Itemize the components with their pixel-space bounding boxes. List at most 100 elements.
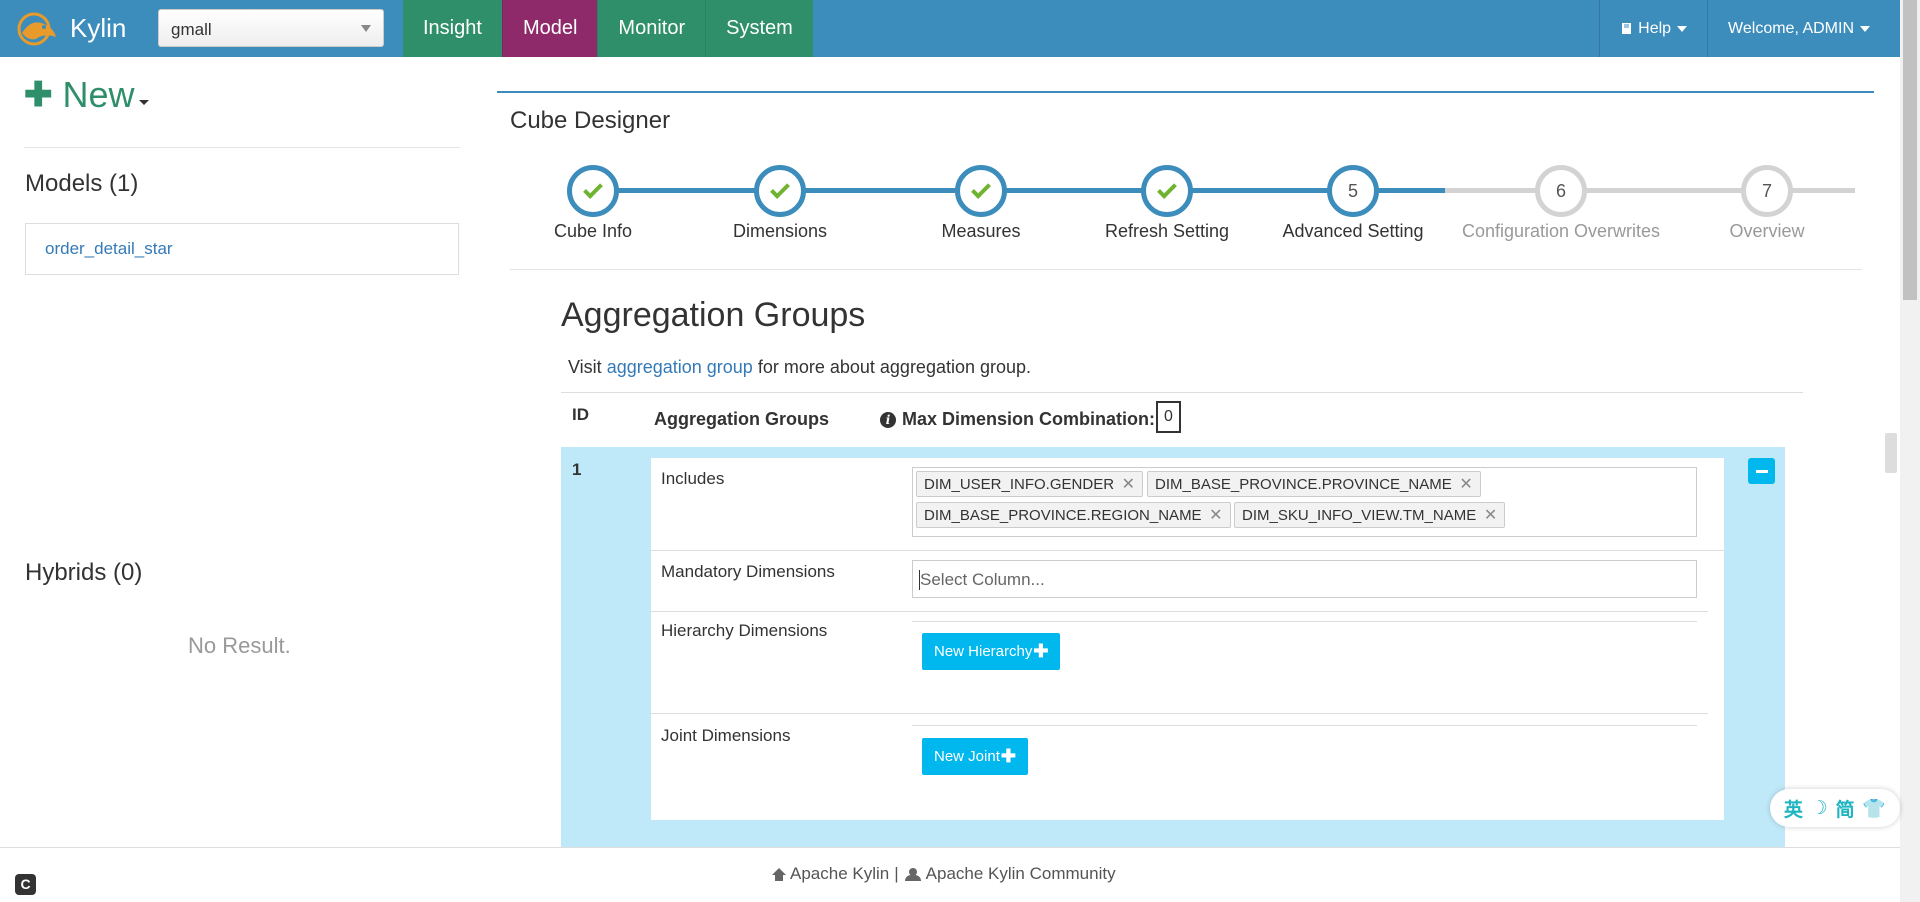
minus-icon xyxy=(1755,469,1768,473)
app-name: Kylin xyxy=(70,13,127,43)
section-title: Aggregation Groups xyxy=(561,296,866,334)
ime-toolbar[interactable]: 英 ☽ 简 👕 xyxy=(1770,789,1900,827)
tag-label: DIM_BASE_PROVINCE.PROVINCE_NAME xyxy=(1155,476,1452,493)
step-3-circle[interactable] xyxy=(955,165,1007,217)
tag-label: DIM_USER_INFO.GENDER xyxy=(924,476,1115,493)
help-text-suffix: for more about aggregation group. xyxy=(757,357,1032,377)
table-row: 1 Includes DIM_USER_INFO.GENDER ✕ DIM_BAS… xyxy=(561,447,1785,852)
remove-tag-icon[interactable]: ✕ xyxy=(1209,505,1222,525)
model-link[interactable]: order_detail_star xyxy=(45,239,173,259)
button-label: New Hierarchy xyxy=(934,643,1033,660)
remove-tag-icon[interactable]: ✕ xyxy=(1122,474,1135,494)
model-list-item[interactable]: order_detail_star xyxy=(25,223,459,275)
help-menu[interactable]: Help xyxy=(1599,0,1707,57)
hierarchy-label: Hierarchy Dimensions xyxy=(661,621,828,640)
new-hierarchy-button[interactable]: New Hierarchy ✚ xyxy=(922,633,1061,670)
divider xyxy=(912,621,1697,622)
user-menu[interactable]: Welcome, ADMIN xyxy=(1707,0,1900,57)
step-4-circle[interactable] xyxy=(1141,165,1193,217)
nav-item-monitor[interactable]: Monitor xyxy=(597,0,706,57)
ime-moon-icon[interactable]: ☽ xyxy=(1811,797,1828,819)
plus-icon: ✚ xyxy=(1000,746,1016,766)
step-7-label[interactable]: Overview xyxy=(1637,221,1897,242)
footer: Apache Kylin | Apache Kylin Community xyxy=(0,847,1900,902)
brand[interactable]: Kylin xyxy=(14,6,126,51)
ime-simplified-icon[interactable]: 简 xyxy=(1836,795,1855,822)
column-header-id: ID xyxy=(572,405,589,424)
nav-item-system[interactable]: System xyxy=(705,0,813,57)
row-id: 1 xyxy=(572,460,582,479)
project-select-value: gmall xyxy=(171,20,212,39)
footer-links: Apache Kylin | Apache Kylin Community xyxy=(772,864,1116,884)
footer-separator: | xyxy=(894,864,899,883)
include-tag: DIM_BASE_PROVINCE.REGION_NAME ✕ xyxy=(916,502,1231,528)
step-5-circle[interactable]: 5 xyxy=(1327,165,1379,217)
tag-label: DIM_BASE_PROVINCE.REGION_NAME xyxy=(924,507,1202,524)
divider xyxy=(912,725,1697,726)
new-joint-button[interactable]: New Joint ✚ xyxy=(922,738,1028,775)
extension-icon[interactable]: C xyxy=(15,874,36,895)
column-header-groups: Aggregation Groups xyxy=(654,409,829,429)
step-1-circle[interactable] xyxy=(567,165,619,217)
max-combination-label: Max Dimension Combination: xyxy=(902,409,1156,429)
tag-label: DIM_SKU_INFO_VIEW.TM_NAME xyxy=(1242,507,1477,524)
remove-tag-icon[interactable]: ✕ xyxy=(1459,474,1472,494)
caret-down-icon xyxy=(1860,25,1870,32)
ime-skin-icon[interactable]: 👕 xyxy=(1862,797,1886,820)
nav-item-label: System xyxy=(726,17,793,39)
joint-label: Joint Dimensions xyxy=(661,726,791,745)
hybrids-title: Hybrids (0) xyxy=(25,559,143,586)
scrollbar-thumb[interactable] xyxy=(1903,0,1917,300)
button-label: New Joint xyxy=(934,748,1000,765)
nav-item-label: Insight xyxy=(423,17,482,39)
plus-icon: ✚ xyxy=(24,76,53,114)
caret-down-icon xyxy=(1677,25,1688,32)
info-icon[interactable]: i xyxy=(880,411,896,428)
step-number: 5 xyxy=(1347,180,1358,201)
remove-tag-icon[interactable]: ✕ xyxy=(1484,505,1497,525)
panel-scrollbar-thumb[interactable] xyxy=(1885,433,1897,473)
max-combination-input[interactable]: 0 xyxy=(1156,401,1181,433)
page-scrollbar[interactable] xyxy=(1900,0,1920,902)
hybrids-empty-text: No Result. xyxy=(188,633,291,658)
main-nav: Insight Model Monitor System xyxy=(403,0,813,57)
mandatory-dimensions-input[interactable]: Select Column... xyxy=(912,560,1697,598)
ime-lang-icon[interactable]: 英 xyxy=(1784,795,1803,822)
chevron-down-icon xyxy=(361,25,371,32)
include-tag: DIM_SKU_INFO_VIEW.TM_NAME ✕ xyxy=(1234,502,1506,528)
nav-item-insight[interactable]: Insight xyxy=(403,0,502,57)
step-2-circle[interactable] xyxy=(754,165,806,217)
mandatory-label: Mandatory Dimensions xyxy=(661,562,835,581)
footer-link-community[interactable]: Apache Kylin Community xyxy=(926,864,1116,884)
step-number: 6 xyxy=(1555,180,1566,201)
step-number: 7 xyxy=(1761,180,1772,201)
nav-right: Help Welcome, ADMIN xyxy=(1599,0,1900,57)
nav-item-label: Model xyxy=(522,17,578,39)
step-6-circle[interactable]: 6 xyxy=(1535,165,1587,217)
check-icon xyxy=(583,179,603,199)
cube-designer-panel: Cube Designer Cube Info Dimensions Measu… xyxy=(497,91,1874,852)
book-icon xyxy=(1622,22,1632,34)
caret-down-icon xyxy=(138,99,149,105)
help-text-prefix: Visit xyxy=(568,357,602,377)
includes-input[interactable]: DIM_USER_INFO.GENDER ✕ DIM_BASE_PROVINCE.… xyxy=(912,467,1697,537)
progress-line-todo xyxy=(1445,188,1855,193)
remove-group-button[interactable] xyxy=(1748,458,1775,484)
footer-link-kylin[interactable]: Apache Kylin xyxy=(790,864,889,884)
new-button[interactable]: ✚ New xyxy=(24,74,149,116)
models-title: Models (1) xyxy=(25,170,139,197)
aggregation-group-form: Includes DIM_USER_INFO.GENDER ✕ DIM_BASE_… xyxy=(651,458,1724,820)
home-icon xyxy=(772,867,786,881)
divider xyxy=(24,147,460,148)
divider xyxy=(651,550,1724,551)
project-select[interactable]: gmall xyxy=(158,9,384,47)
top-navbar: Kylin gmall Insight Model Monitor System… xyxy=(0,0,1900,57)
step-7-circle[interactable]: 7 xyxy=(1741,165,1793,217)
table-header-border xyxy=(561,392,1803,393)
column-header-max-combination: i Max Dimension Combination: xyxy=(880,409,1155,430)
nav-item-model[interactable]: Model xyxy=(501,0,598,57)
help-label: Help xyxy=(1638,19,1672,37)
aggregation-group-link[interactable]: aggregation group xyxy=(607,357,753,377)
divider xyxy=(510,269,1862,270)
include-tag: DIM_BASE_PROVINCE.PROVINCE_NAME ✕ xyxy=(1147,471,1481,497)
